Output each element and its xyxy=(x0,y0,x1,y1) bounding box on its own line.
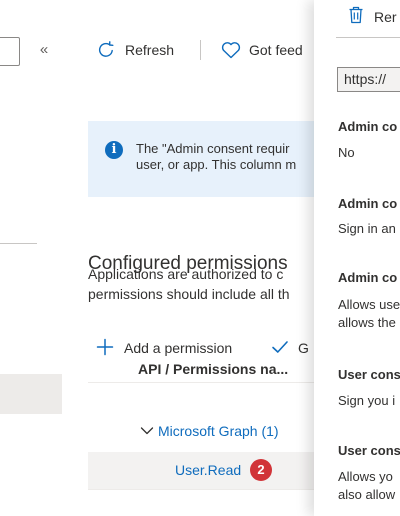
main-content: Refresh Got feed i The "Admin consent re… xyxy=(64,0,314,516)
info-text: The "Admin consent requir user, or app. … xyxy=(136,141,314,173)
field-value: allows the xyxy=(338,315,396,330)
field-label: User cons xyxy=(338,367,400,382)
info-text-line-2: user, or app. This column m xyxy=(136,157,297,172)
collapse-nav-button[interactable]: « xyxy=(36,38,52,62)
table-row[interactable]: User.Read 2 xyxy=(88,452,314,490)
remove-permission-button[interactable]: Rer xyxy=(348,6,397,27)
panel-divider xyxy=(336,37,400,38)
permission-url-field[interactable]: https:// xyxy=(337,67,400,92)
grant-consent-label: G xyxy=(298,340,309,356)
left-nav: « xyxy=(0,0,64,516)
info-text-line-1: The "Admin consent requir xyxy=(136,141,290,156)
feedback-label: Got feed xyxy=(249,42,303,58)
trash-icon xyxy=(348,6,364,27)
step-badge: 2 xyxy=(250,459,272,481)
group-toggle[interactable]: Microsoft Graph (1) xyxy=(140,423,279,439)
info-banner: i The "Admin consent requir user, or app… xyxy=(88,121,314,197)
info-icon: i xyxy=(105,141,123,159)
nav-item-selected[interactable] xyxy=(0,374,62,414)
heart-icon xyxy=(220,40,242,60)
nav-search-input[interactable] xyxy=(0,37,20,66)
field-label: Admin co xyxy=(338,270,398,285)
field-label: Admin co xyxy=(338,196,398,211)
permission-link[interactable]: User.Read xyxy=(175,462,241,478)
add-permission-label: Add a permission xyxy=(124,340,233,356)
field-value: Sign you i xyxy=(338,393,396,408)
remove-label: Rer xyxy=(374,8,397,25)
section-desc-line-2: permissions should include all th xyxy=(88,286,290,302)
feedback-button[interactable]: Got feed xyxy=(220,30,303,70)
nav-divider xyxy=(0,243,37,244)
field-label: User cons xyxy=(338,443,400,458)
chevron-down-icon xyxy=(140,423,154,439)
refresh-button[interactable]: Refresh xyxy=(96,30,174,70)
field-value: Allows yo xyxy=(338,469,393,484)
field-value: also allow xyxy=(338,487,396,502)
field-value: No xyxy=(338,145,355,160)
refresh-label: Refresh xyxy=(125,42,175,58)
table-header: API / Permissions na... xyxy=(88,355,314,383)
field-value: Sign in an xyxy=(338,221,396,236)
field-value: Allows use xyxy=(338,297,400,312)
refresh-icon xyxy=(96,40,116,60)
field-label: Admin co xyxy=(338,119,398,134)
column-header-api[interactable]: API / Permissions na... xyxy=(138,355,288,383)
section-desc-line-1: Applications are authorized to c xyxy=(88,266,284,282)
toolbar-divider xyxy=(200,40,201,60)
group-label[interactable]: Microsoft Graph (1) xyxy=(158,423,279,439)
details-panel: Rer https:// Admin co No Admin co Sign i… xyxy=(314,0,400,516)
